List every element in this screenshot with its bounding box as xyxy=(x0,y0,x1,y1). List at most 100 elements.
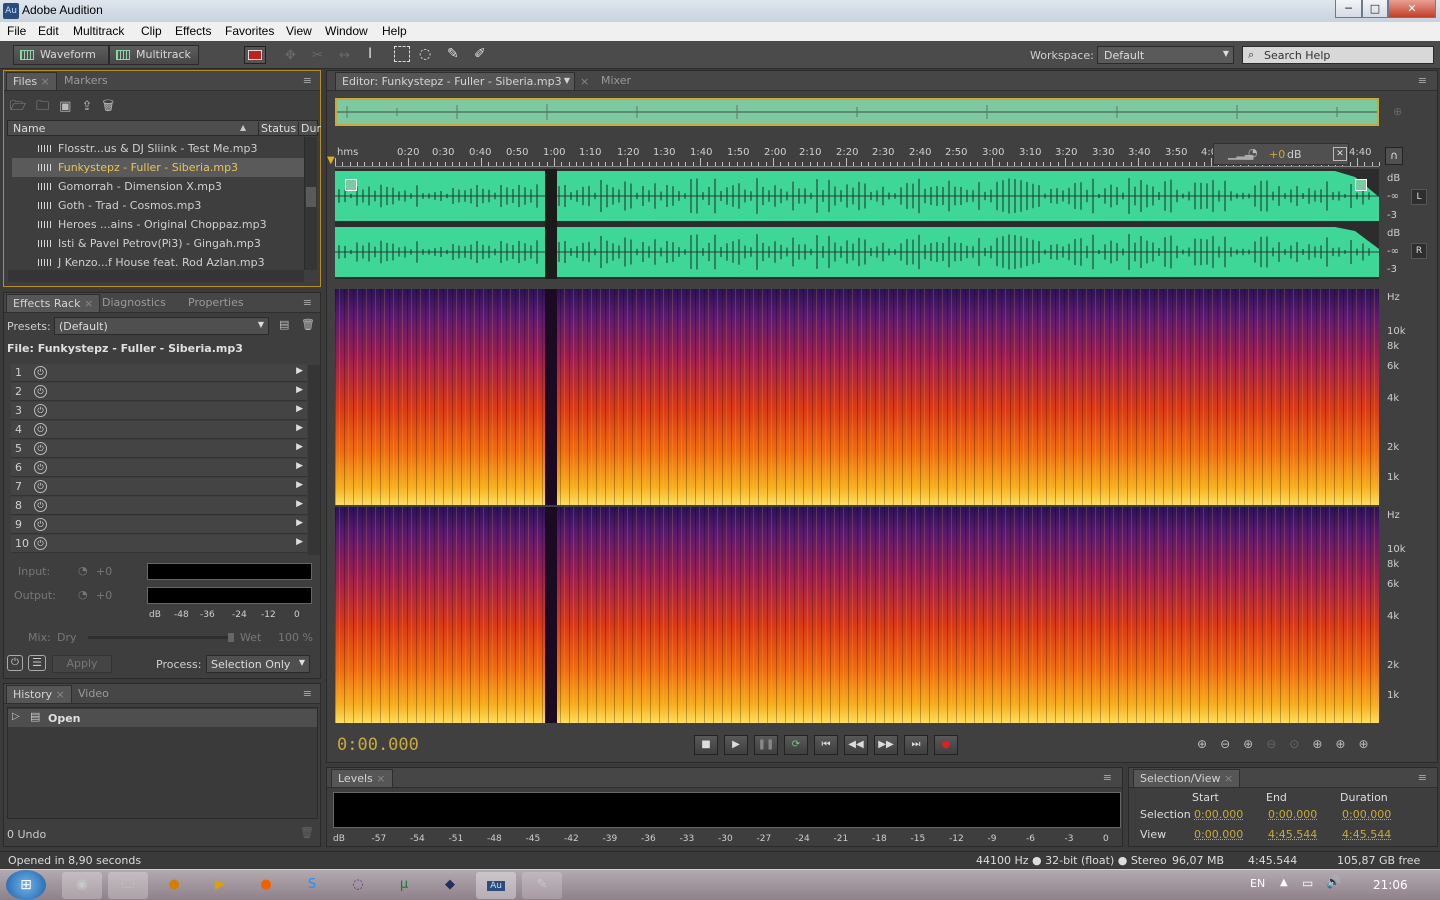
zoom-out-amplitude-icon[interactable]: ⊖ xyxy=(1220,737,1243,751)
zoom-in-start-icon[interactable]: ⊕ xyxy=(1312,737,1335,751)
spectrogram-right[interactable] xyxy=(335,507,1379,723)
power-icon[interactable]: ⏻ xyxy=(34,404,47,417)
effect-slot[interactable]: 6 ⏻ ▶ xyxy=(11,459,307,477)
stop-button[interactable]: ■ xyxy=(694,735,718,755)
marquee-tool-icon[interactable] xyxy=(394,46,410,62)
skype-taskbar-icon[interactable]: S xyxy=(292,872,332,899)
maximize-button[interactable]: □ xyxy=(1362,0,1388,18)
new-file-icon[interactable]: ▣ xyxy=(59,99,81,114)
tab-markers[interactable]: Markers xyxy=(58,72,114,90)
spectrogram-left[interactable] xyxy=(335,289,1379,505)
menu-window[interactable]: Window xyxy=(325,24,368,38)
power-icon[interactable]: ⏻ xyxy=(34,385,47,398)
network-icon[interactable]: ▭ xyxy=(1302,876,1313,890)
view-duration[interactable]: 4:45.544 xyxy=(1342,828,1391,841)
waveform-view-button[interactable]: Waveform xyxy=(13,45,109,65)
workspace-select[interactable]: Default ▼ xyxy=(1097,46,1234,64)
column-name[interactable]: Name xyxy=(13,122,45,135)
effect-slot[interactable]: 10 ⏻ ▶ xyxy=(11,535,307,553)
file-list-item[interactable]: Goth - Trad - Cosmos.mp3 xyxy=(12,196,309,215)
close-icon[interactable]: × xyxy=(84,297,93,310)
effect-slot[interactable]: 4 ⏻ ▶ xyxy=(11,421,307,439)
open-file-icon[interactable]: 🗁 xyxy=(10,99,36,114)
history-item[interactable]: ▷ ▤ Open xyxy=(8,709,317,727)
chevron-right-icon[interactable]: ▶ xyxy=(296,480,303,490)
selection-start[interactable]: 0:00.000 xyxy=(1194,808,1243,821)
chevron-right-icon[interactable]: ▶ xyxy=(296,442,303,452)
panel-menu-icon[interactable]: ≡ xyxy=(303,74,312,87)
zoom-in-time-icon[interactable]: ⊕ xyxy=(1243,737,1266,751)
chevron-right-icon[interactable]: ▶ xyxy=(296,518,303,528)
menu-view[interactable]: View xyxy=(286,24,312,38)
loop-button[interactable]: ⟳ xyxy=(784,735,808,755)
player-taskbar-icon[interactable]: ▶ xyxy=(200,872,240,899)
power-icon[interactable]: ⏻ xyxy=(34,366,47,379)
power-icon[interactable]: ⏻ xyxy=(34,499,47,512)
files-hscroll[interactable] xyxy=(8,270,304,282)
tab-editor[interactable]: Editor: Funkystepz - Fuller - Siberia.mp… xyxy=(335,72,575,90)
effect-slot[interactable]: 2 ⏻ ▶ xyxy=(11,383,307,401)
search-help-input[interactable]: ⌕ Search Help xyxy=(1242,46,1434,64)
menu-edit[interactable]: Edit xyxy=(38,24,59,38)
minimize-button[interactable]: ─ xyxy=(1335,0,1362,18)
tab-effects-rack[interactable]: Effects Rack × xyxy=(6,294,101,312)
view-end[interactable]: 4:45.544 xyxy=(1268,828,1317,841)
tab-video[interactable]: Video xyxy=(72,685,115,703)
explorer-taskbar-icon[interactable]: 🗀 xyxy=(108,872,148,899)
language-indicator[interactable]: EN xyxy=(1250,877,1265,890)
menu-effects[interactable]: Effects xyxy=(175,24,211,38)
pause-button[interactable]: ❚❚ xyxy=(754,735,778,755)
chevron-right-icon[interactable]: ▶ xyxy=(296,366,303,376)
mix-slider[interactable] xyxy=(88,633,234,642)
tab-mixer[interactable]: Mixer xyxy=(595,72,637,90)
effect-slot[interactable]: 8 ⏻ ▶ xyxy=(11,497,307,515)
close-icon[interactable]: × xyxy=(376,772,385,785)
channel-right-button[interactable]: R xyxy=(1411,243,1427,259)
paint-taskbar-icon[interactable]: ✎ xyxy=(522,872,562,899)
effect-slot[interactable]: 9 ⏻ ▶ xyxy=(11,516,307,534)
menu-favorites[interactable]: Favorites xyxy=(225,24,274,38)
playhead-marker[interactable]: ▼ xyxy=(327,155,337,167)
headphones-icon[interactable]: ∩ xyxy=(1385,147,1403,165)
file-list-item[interactable]: Flosstr...us & DJ Sliink - Test Me.mp3 xyxy=(12,139,309,158)
app-taskbar-icon[interactable]: ◌ xyxy=(338,872,378,899)
panel-menu-icon[interactable]: ≡ xyxy=(303,687,312,700)
media-taskbar-icon[interactable]: ● xyxy=(154,872,194,899)
view-start[interactable]: 0:00.000 xyxy=(1194,828,1243,841)
slip-tool-icon[interactable]: ↔ xyxy=(339,48,350,63)
shield-taskbar-icon[interactable]: ◆ xyxy=(430,872,470,899)
effect-slot[interactable]: 3 ⏻ ▶ xyxy=(11,402,307,420)
lasso-tool-icon[interactable]: ◌ xyxy=(419,46,431,62)
brush-tool-icon[interactable]: ✎ xyxy=(447,46,459,62)
fade-out-handle[interactable] xyxy=(1355,179,1367,191)
column-status[interactable]: Status xyxy=(258,122,296,135)
firefox-taskbar-icon[interactable]: ● xyxy=(246,872,286,899)
import-file-icon[interactable]: 🗀 xyxy=(36,99,59,114)
file-list-item[interactable]: Heroes ...ains - Original Choppaz.mp3 xyxy=(12,215,309,234)
close-button[interactable]: ✕ xyxy=(1388,0,1436,18)
close-icon[interactable]: × xyxy=(580,75,589,88)
skip-to-start-button[interactable]: ⏮ xyxy=(814,735,838,755)
selection-duration[interactable]: 0:00.000 xyxy=(1342,808,1391,821)
scroll-thumb[interactable] xyxy=(306,187,316,207)
chevron-right-icon[interactable]: ▶ xyxy=(296,537,303,547)
time-display[interactable]: 0:00.000 xyxy=(337,735,419,755)
presets-select[interactable]: (Default) ▼ xyxy=(54,317,269,335)
menu-help[interactable]: Help xyxy=(382,24,407,38)
close-icon[interactable]: × xyxy=(56,688,65,701)
panel-menu-icon[interactable]: ≡ xyxy=(1418,74,1427,87)
effect-slot[interactable]: 5 ⏻ ▶ xyxy=(11,440,307,458)
volume-knob-icon[interactable]: ◔ xyxy=(1248,146,1258,159)
chevron-right-icon[interactable]: ▶ xyxy=(296,385,303,395)
save-preset-icon[interactable]: ▤ xyxy=(279,318,289,331)
power-icon[interactable]: ⏻ xyxy=(34,537,47,550)
start-button[interactable]: ⊞ xyxy=(6,870,46,900)
power-icon[interactable]: ⏻ xyxy=(34,442,47,455)
utorrent-taskbar-icon[interactable]: µ xyxy=(384,872,424,899)
fast-forward-button[interactable]: ▶▶ xyxy=(874,735,898,755)
output-gain-knob-icon[interactable]: ◔ xyxy=(78,588,88,601)
list-icon[interactable]: ☰ xyxy=(28,655,46,671)
audition-taskbar-icon[interactable]: Au xyxy=(476,872,516,899)
zoom-in-amplitude-icon[interactable]: ⊕ xyxy=(1197,737,1220,751)
panel-menu-icon[interactable]: ≡ xyxy=(303,296,312,309)
